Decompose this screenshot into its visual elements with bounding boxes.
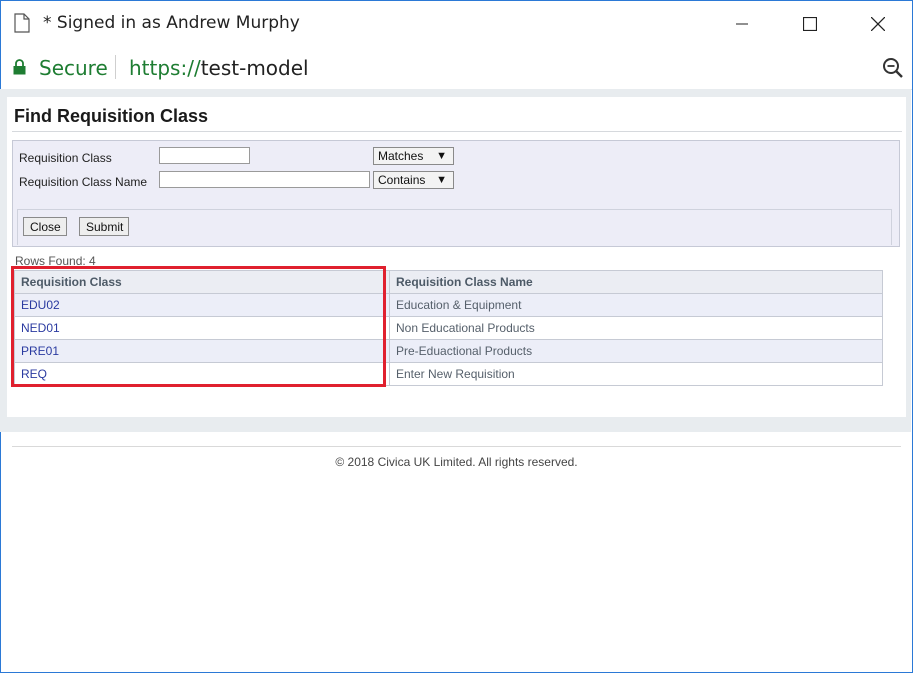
lock-icon	[13, 59, 26, 75]
secure-label: Secure	[39, 56, 108, 80]
document-icon	[14, 13, 30, 33]
column-header-requisition-class-name[interactable]: Requisition Class Name	[389, 270, 883, 294]
url-scheme: https://	[129, 56, 201, 80]
close-button[interactable]: Close	[23, 217, 67, 236]
footer-copyright: © 2018 Civica UK Limited. All rights res…	[335, 455, 578, 469]
close-icon	[871, 17, 885, 31]
button-area	[17, 209, 892, 245]
page-title: Find Requisition Class	[14, 106, 209, 126]
title-bar: * Signed in as Andrew Murphy	[1, 1, 912, 47]
address-bar[interactable]: Secure https://test-model	[1, 47, 912, 90]
minimize-button[interactable]	[708, 1, 776, 47]
title-divider	[12, 131, 902, 132]
url[interactable]: https://test-model	[129, 56, 309, 80]
window-title: * Signed in as Andrew Murphy	[43, 13, 300, 33]
minimize-icon	[736, 23, 748, 25]
url-host: test-model	[200, 56, 309, 80]
requisition-class-name-match-select[interactable]: Contains ▼	[373, 171, 454, 189]
maximize-icon	[803, 17, 817, 31]
submit-button[interactable]: Submit	[79, 217, 129, 236]
requisition-class-match-value: Matches	[378, 149, 424, 163]
requisition-class-input[interactable]	[159, 147, 250, 164]
zoom-out-icon[interactable]	[881, 56, 905, 80]
cell-requisition-class-name: Non Educational Products	[389, 316, 883, 340]
requisition-class-name-match-value: Contains	[378, 173, 426, 187]
footer-divider	[12, 446, 901, 447]
requisition-class-name-input[interactable]	[159, 171, 370, 188]
close-window-button[interactable]	[844, 1, 912, 47]
cell-requisition-class-name: Enter New Requisition	[389, 362, 883, 386]
maximize-button[interactable]	[776, 1, 844, 47]
requisition-class-label: Requisition Class	[19, 151, 112, 165]
address-divider	[115, 55, 116, 79]
dropdown-arrow-icon: ▼	[436, 174, 447, 186]
requisition-class-name-label: Requisition Class Name	[19, 175, 148, 189]
cell-requisition-class-name: Education & Equipment	[389, 293, 883, 317]
cell-requisition-class-name: Pre-Eduactional Products	[389, 339, 883, 363]
dropdown-arrow-icon: ▼	[436, 150, 447, 162]
requisition-class-match-select[interactable]: Matches ▼	[373, 147, 454, 165]
highlight-box	[11, 266, 386, 387]
